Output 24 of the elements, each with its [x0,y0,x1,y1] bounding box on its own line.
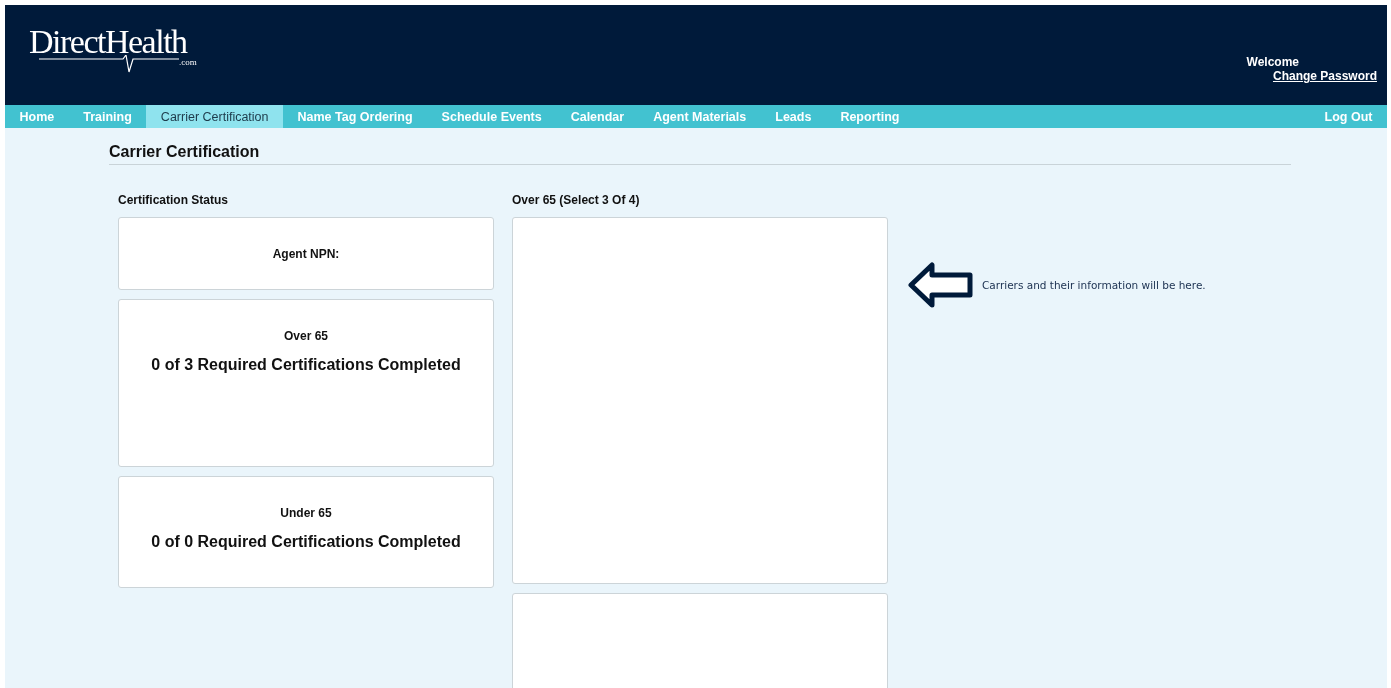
section-heading: Certification Status [118,193,229,207]
welcome-text: Welcome [1246,55,1299,69]
logo-wordmark: DirectHealth [29,24,187,60]
nav-tab[interactable]: Home [5,105,69,128]
certification-summary: 0 of 0 Required Certifications Completed [151,533,461,551]
nav-tab[interactable]: Agent Materials [638,105,761,128]
group-name: Under 65 [280,506,332,520]
nav-tab[interactable]: Leads [760,105,826,128]
log-out-link[interactable]: Log Out [1310,105,1387,128]
nav-tab[interactable]: Reporting [825,105,914,128]
page-title: Carrier Certification [109,143,1291,165]
nav-tab[interactable]: Name Tag Ordering [283,105,428,128]
nav-tab[interactable]: Schedule Events [427,105,557,128]
change-password-link[interactable]: Change Password [1272,69,1377,83]
section-heading: Over 65 (Select 3 Of 4) [512,193,641,207]
nav-tab[interactable]: Calendar [556,105,639,128]
logo-suffix: .com [179,57,197,67]
certification-summary: 0 of 3 Required Certifications Completed [151,356,461,374]
group-name: Over 65 [283,329,328,343]
left-arrow-icon [908,261,974,309]
npn-label: Agent NPN: [272,247,340,261]
nav-tab[interactable]: Training [68,105,147,128]
nav-tab[interactable]: Carrier Certification [146,105,284,128]
carriers-hint: Carriers and their information will be here. [982,279,1206,291]
